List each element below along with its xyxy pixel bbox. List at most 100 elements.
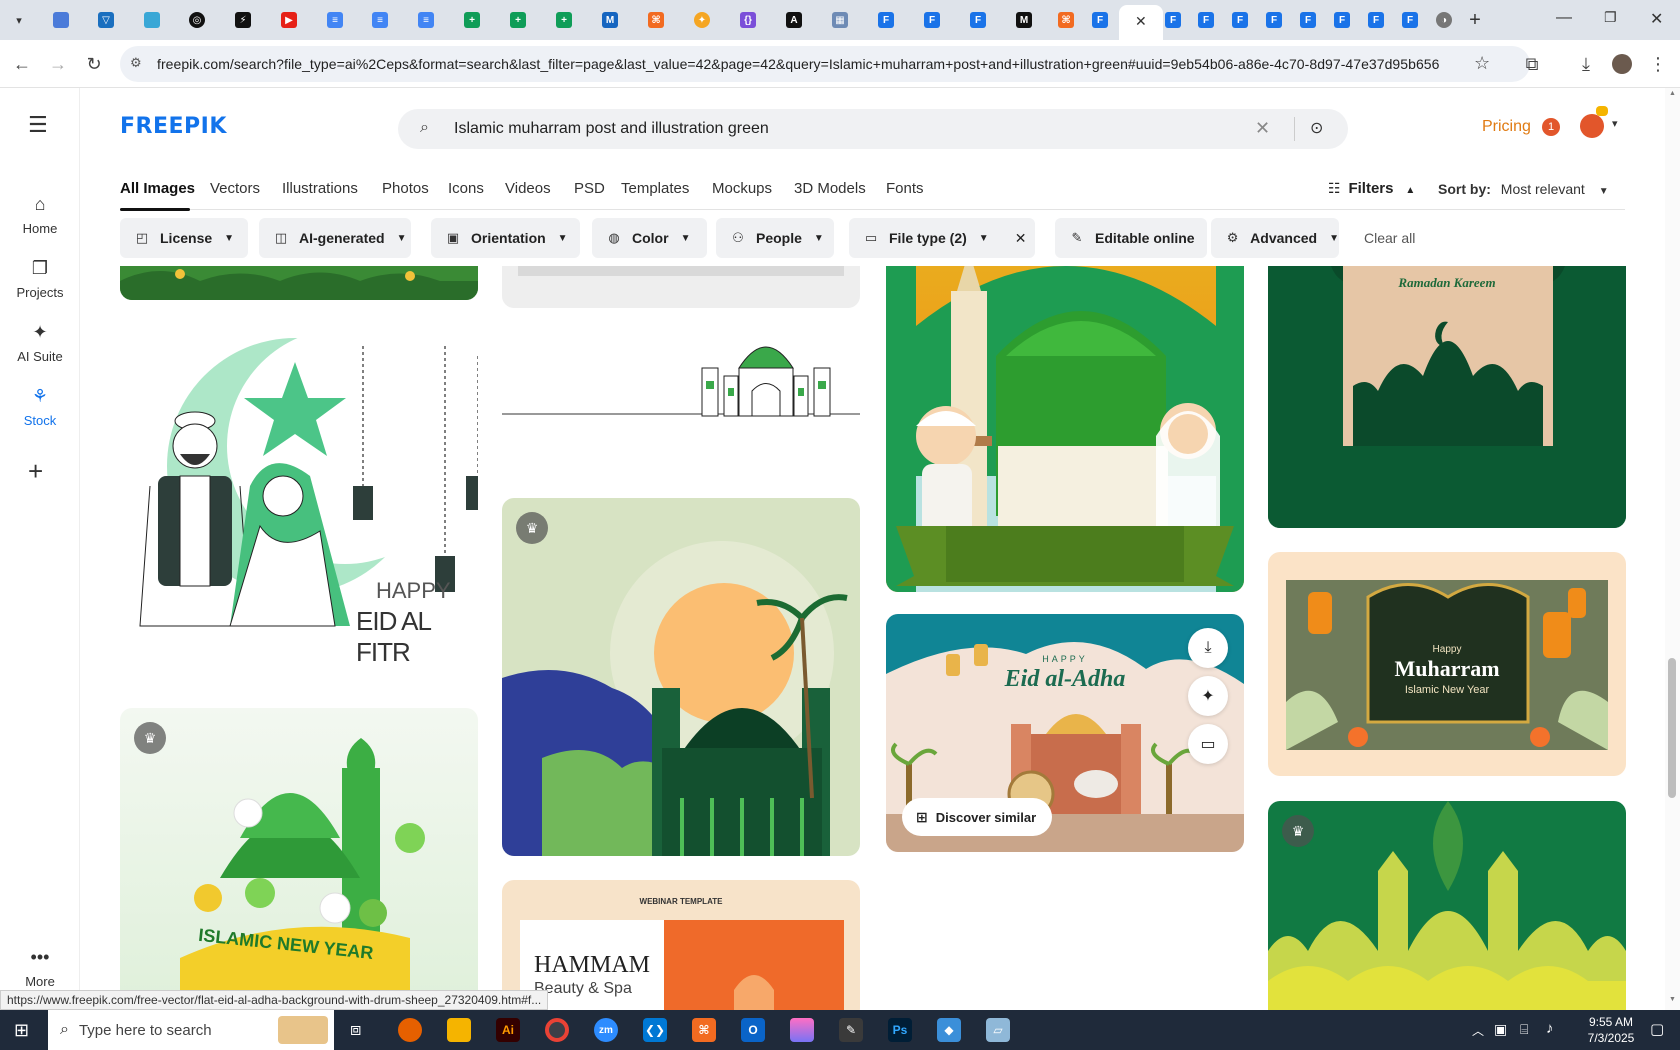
task-view-icon[interactable]: ⧈ <box>350 1019 361 1040</box>
new-tab-button[interactable]: + <box>1462 7 1488 33</box>
tab-search-menu[interactable]: ▾ <box>6 7 32 33</box>
taskbar-search[interactable]: ⌕ Type here to search <box>48 1010 334 1050</box>
tab[interactable]: ▶ <box>276 7 302 33</box>
hamburger-menu-icon[interactable]: ☰ <box>28 112 48 138</box>
tab[interactable] <box>139 7 165 33</box>
image-card[interactable]: Ramadan Kareem <box>1268 266 1626 528</box>
tab[interactable]: ≡ <box>322 7 348 33</box>
license-filter[interactable]: ◰ License ▼ <box>120 218 248 258</box>
tab[interactable]: ⌘ <box>1053 7 1079 33</box>
page-scrollbar[interactable]: ▲ ▼ <box>1665 88 1680 1010</box>
image-card[interactable] <box>502 266 860 308</box>
image-card[interactable]: HAPPY EID AL FITR <box>120 326 478 666</box>
outlook-icon[interactable]: O <box>741 1018 765 1042</box>
tab[interactable]: M <box>1011 7 1037 33</box>
tab[interactable]: + <box>459 7 485 33</box>
chrome-icon[interactable] <box>545 1018 569 1042</box>
tab[interactable]: ⚡ <box>230 7 256 33</box>
tab[interactable]: F <box>1087 7 1113 33</box>
download-icon[interactable]: ⤓ <box>1574 52 1598 76</box>
tab[interactable]: F <box>1295 7 1321 33</box>
image-card[interactable] <box>886 266 1244 592</box>
tab[interactable]: F <box>1193 7 1219 33</box>
address-bar[interactable]: ⚙ freepik.com/search?file_type=ai%2Ceps&… <box>120 46 1530 82</box>
tab[interactable]: F <box>965 7 991 33</box>
minimize-icon[interactable]: — <box>1556 9 1572 27</box>
notification-badge[interactable]: 1 <box>1542 118 1560 136</box>
volume-icon[interactable]: ♪ <box>1546 1020 1554 1037</box>
tab[interactable]: F <box>873 7 899 33</box>
download-button[interactable]: ⤓ <box>1188 628 1228 668</box>
windows-start-icon[interactable]: ⊞ <box>14 1020 29 1041</box>
tab[interactable]: + <box>551 7 577 33</box>
tab-vectors[interactable]: Vectors <box>210 180 260 197</box>
network-icon[interactable]: ▣ <box>1494 1021 1507 1038</box>
rail-item-projects[interactable]: ❐ Projects <box>0 257 80 300</box>
image-card[interactable]: HAPPY Eid al-Adha ⤓ ✦ ▭ ⊞ Discover simil… <box>886 614 1244 852</box>
app-icon[interactable]: ◆ <box>937 1018 961 1042</box>
tab-mockups[interactable]: Mockups <box>712 180 772 197</box>
filters-toggle[interactable]: ☷ Filters ▲ <box>1328 180 1415 197</box>
tab-icons[interactable]: Icons <box>448 180 484 197</box>
freepik-logo[interactable]: FREEPIK <box>120 114 227 139</box>
site-info-icon[interactable]: ⚙ <box>130 55 142 71</box>
tab-fonts[interactable]: Fonts <box>886 180 924 197</box>
tab[interactable]: F <box>1261 7 1287 33</box>
tab[interactable]: ✦ <box>689 7 715 33</box>
bookmark-star-icon[interactable]: ☆ <box>1474 53 1490 74</box>
image-card[interactable]: Happy Muharram Islamic New Year <box>1268 552 1626 776</box>
discover-similar-button[interactable]: ⊞ Discover similar <box>902 798 1053 836</box>
save-to-collection-button[interactable]: ▭ <box>1188 724 1228 764</box>
rail-item-ai-suite[interactable]: ✦ AI Suite <box>0 321 80 364</box>
forward-icon[interactable]: → <box>46 52 70 76</box>
taskbar-clock[interactable]: 9:55 AM 7/3/2025 <box>1580 1014 1642 1046</box>
orientation-filter[interactable]: ▣ Orientation ▼ <box>431 218 580 258</box>
reload-icon[interactable]: ↻ <box>82 52 106 76</box>
tab-active[interactable]: ✕ <box>1119 5 1163 40</box>
tab[interactable]: F <box>1363 7 1389 33</box>
tab-photos[interactable]: Photos <box>382 180 429 197</box>
scrollbar-thumb[interactable] <box>1668 658 1676 798</box>
rail-item-more[interactable]: ••• More <box>0 946 80 989</box>
tray-chevron-icon[interactable]: ︿ <box>1472 1022 1484 1039</box>
pricing-link[interactable]: Pricing <box>1482 118 1531 136</box>
advanced-filter[interactable]: ⚙ Advanced ▼ <box>1211 218 1339 258</box>
file-type-filter[interactable]: ▭ File type (2) ▼ ✕ <box>849 218 1035 258</box>
tab[interactable]: F <box>1397 7 1423 33</box>
tab[interactable]: ≡ <box>367 7 393 33</box>
wifi-icon[interactable]: ⌸ <box>1520 1021 1528 1038</box>
image-card[interactable] <box>502 326 860 436</box>
tab-psd[interactable]: PSD <box>574 180 605 197</box>
image-card[interactable]: ISLAMIC NEW YEAR ♛ <box>120 708 478 1010</box>
tab[interactable]: F <box>1227 7 1253 33</box>
tab-templates[interactable]: Templates <box>621 180 689 197</box>
add-icon[interactable]: + <box>28 456 43 487</box>
camera-icon[interactable]: ⊙ <box>1310 118 1323 138</box>
taskbar-search-input[interactable]: Type here to search <box>79 1022 212 1039</box>
illustrator-icon[interactable]: Ai <box>496 1018 520 1042</box>
rail-item-stock[interactable]: ⚘ Stock <box>0 385 80 428</box>
ai-generated-filter[interactable]: ◫ AI-generated ▼ <box>259 218 411 258</box>
tab-illustrations[interactable]: Illustrations <box>282 180 358 197</box>
color-filter[interactable]: ◍ Color ▼ <box>592 218 707 258</box>
clear-search-icon[interactable]: ✕ <box>1255 118 1270 139</box>
tab[interactable]: A <box>781 7 807 33</box>
photoshop-icon[interactable]: Ps <box>888 1018 912 1042</box>
tab[interactable]: M <box>597 7 623 33</box>
tab[interactable]: ⌘ <box>643 7 669 33</box>
sort-control[interactable]: Sort by: Most relevant ▼ <box>1438 181 1609 197</box>
editable-online-filter[interactable]: ✎ Editable online <box>1055 218 1207 258</box>
ai-tools-button[interactable]: ✦ <box>1188 676 1228 716</box>
vscode-icon[interactable]: ❮❯ <box>643 1018 667 1042</box>
app-icon[interactable]: ⌘ <box>692 1018 716 1042</box>
tab[interactable]: + <box>505 7 531 33</box>
window-close-icon[interactable]: ✕ <box>1650 9 1663 29</box>
pen-tool-icon[interactable]: ✎ <box>839 1018 863 1042</box>
url-text[interactable]: freepik.com/search?file_type=ai%2Ceps&fo… <box>157 56 1439 72</box>
firefox-icon[interactable] <box>398 1018 422 1042</box>
rail-item-home[interactable]: ⌂ Home <box>0 193 80 236</box>
tab[interactable]: F <box>1160 7 1186 33</box>
restore-icon[interactable]: ❐ <box>1604 9 1617 26</box>
image-card[interactable] <box>120 266 478 300</box>
people-filter[interactable]: ⚇ People ▼ <box>716 218 834 258</box>
